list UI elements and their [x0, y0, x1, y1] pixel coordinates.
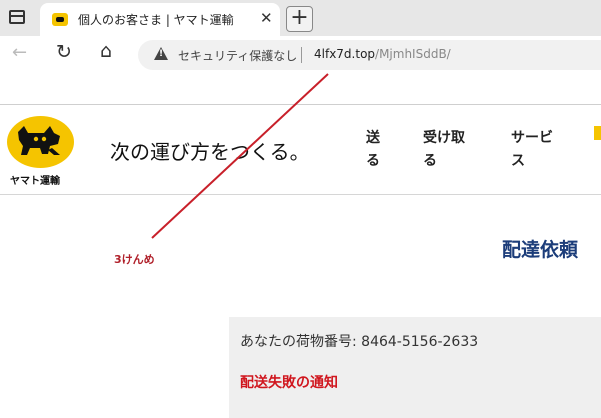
notice-panel: あなたの荷物番号: 8464-5156-2633 配送失敗の通知 [229, 317, 601, 418]
tracking-number: あなたの荷物番号: 8464-5156-2633 [240, 334, 479, 350]
notice-title: 配送失敗の通知 [240, 375, 338, 391]
annotation-label: 3けんめ [114, 253, 155, 266]
